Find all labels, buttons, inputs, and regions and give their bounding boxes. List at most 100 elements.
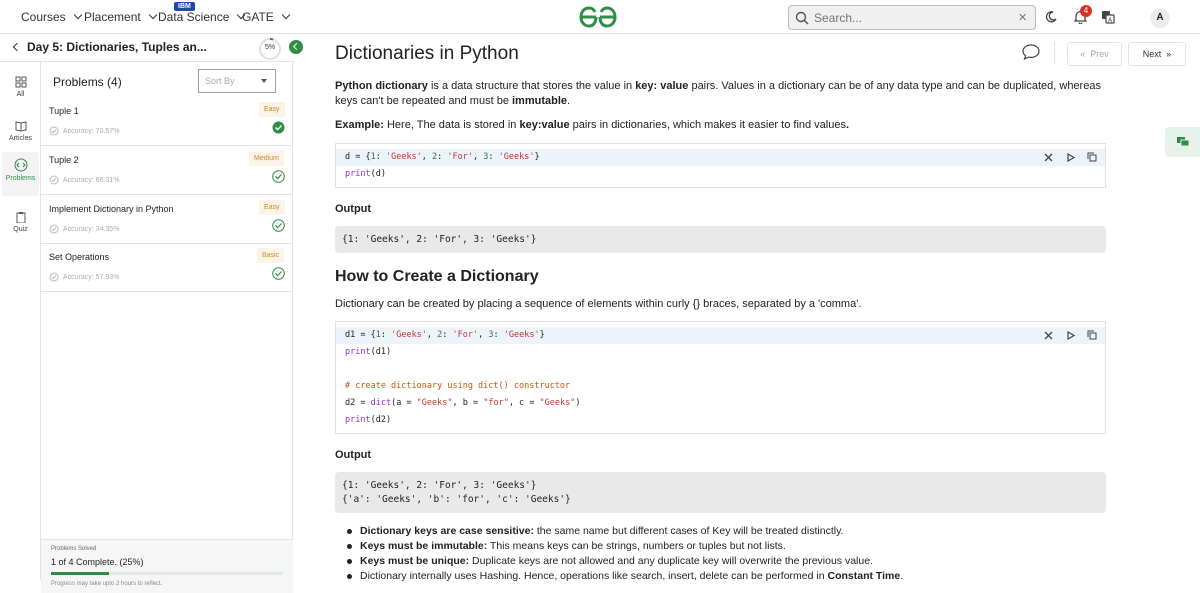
problems-panel: Problems (4) Sort By Tuple 1 Accuracy: 7…: [41, 62, 293, 593]
accuracy-text: Accuracy: 57.93%: [63, 273, 120, 281]
solved-progress-fill: [51, 572, 109, 575]
next-button[interactable]: Next »: [1128, 42, 1186, 66]
course-title-text: Day 5: Dictionaries, Tuples an...: [27, 40, 207, 54]
dark-mode-toggle[interactable]: [1041, 7, 1061, 27]
list-item: Keys must be unique: Duplicate keys are …: [345, 554, 1105, 569]
top-navbar: Courses Placement IBM Data Science GATE …: [0, 0, 1200, 34]
search-input[interactable]: [814, 10, 1004, 25]
unsolved-check-icon: [272, 170, 285, 183]
progress-note: Progress may take upto 2 hours to reflec…: [51, 581, 163, 587]
code-block[interactable]: d = {1: 'Geeks', 2: 'For', 3: 'Geeks'} p…: [335, 143, 1106, 188]
code-line: print(d): [345, 169, 386, 179]
problem-item[interactable]: Set Operations Accuracy: 57.93% Basic: [41, 244, 293, 292]
chat-icon: [1176, 137, 1189, 147]
close-icon[interactable]: [1041, 328, 1055, 342]
output-line: {'a': 'Geeks', 'b': 'for', 'c': 'Geeks'}: [342, 494, 571, 505]
problem-item[interactable]: Tuple 1 Accuracy: 70.57% Easy: [41, 98, 293, 146]
avatar[interactable]: A: [1150, 8, 1170, 28]
notification-count-badge: 4: [1080, 5, 1092, 17]
intro-text-1: is a data structure that stores the valu…: [427, 80, 636, 92]
problem-item[interactable]: Implement Dictionary in Python Accuracy:…: [41, 196, 293, 244]
problems-solved-summary: Problems Solved 1 of 4 Complete. (25%) P…: [41, 539, 293, 593]
list-item: Keys must be immutable: This means keys …: [345, 539, 1105, 554]
example-text-2: pairs in dictionaries, which makes it ea…: [569, 119, 846, 131]
double-chevron-left-icon: «: [1080, 49, 1086, 59]
solved-label: Problems Solved: [51, 546, 97, 552]
code-line: # create dictionary using dict() constru…: [345, 381, 571, 391]
prev-button[interactable]: « Prev: [1067, 42, 1122, 66]
grid-icon: [15, 76, 26, 88]
nav-data-science-label: Data Science: [158, 10, 230, 24]
code-toolbar: [1041, 328, 1099, 342]
accuracy-text: Accuracy: 66.31%: [63, 176, 120, 184]
back-arrow-icon[interactable]: [12, 42, 22, 52]
rail-quiz[interactable]: Quiz: [2, 205, 39, 249]
collapse-sidebar-button[interactable]: [289, 40, 303, 54]
bullet-list: Dictionary keys are case sensitive: the …: [345, 524, 1105, 584]
intro-paragraph: Python dictionary is a data structure th…: [335, 79, 1106, 109]
accuracy-text: Accuracy: 34.35%: [63, 225, 120, 233]
problem-item[interactable]: Tuple 2 Accuracy: 66.31% Medium: [41, 147, 293, 195]
intro-bold-1: Python dictionary: [335, 80, 428, 92]
code-line: d1 = {1: 'Geeks', 2: 'For', 3: 'Geeks'}: [336, 327, 1105, 344]
close-icon[interactable]: [1041, 150, 1055, 164]
example-bold-3: .: [845, 119, 850, 131]
unsolved-check-icon: [272, 267, 285, 280]
intro-text-3: .: [567, 95, 571, 107]
accuracy-text: Accuracy: 70.57%: [63, 127, 120, 135]
gfg-logo[interactable]: [578, 6, 618, 28]
code-toolbar: [1041, 150, 1099, 164]
output-block: {1: 'Geeks', 2: 'For', 3: 'Geeks'} {'a':…: [335, 472, 1106, 513]
bullet-text: Duplicate keys are not allowed and any d…: [469, 555, 873, 567]
clear-search-icon[interactable]: ×: [1018, 9, 1027, 26]
list-item: Dictionary internally uses Hashing. Henc…: [345, 569, 1105, 584]
code-line: print(d1): [345, 347, 392, 357]
run-icon[interactable]: [1063, 328, 1077, 342]
nav-placement-label: Placement: [84, 10, 141, 24]
progress-percent: 5%: [264, 44, 276, 51]
accuracy-icon: [49, 126, 59, 136]
prev-label: Prev: [1090, 49, 1109, 59]
example-text-1: Here, The data is stored in: [383, 119, 520, 131]
rail-quiz-label: Quiz: [13, 226, 28, 233]
problem-accuracy: Accuracy: 57.93%: [49, 272, 119, 282]
solved-text: 1 of 4 Complete. (25%): [51, 557, 144, 567]
output-block: {1: 'Geeks', 2: 'For', 3: 'Geeks'}: [335, 226, 1106, 253]
nav-gate[interactable]: GATE: [242, 10, 291, 24]
dropdown-arrow-icon: [261, 79, 267, 83]
unsolved-check-icon: [272, 219, 285, 232]
difficulty-badge: Medium: [249, 151, 284, 166]
nav-courses[interactable]: Courses: [21, 10, 82, 24]
output-line: {1: 'Geeks', 2: 'For', 3: 'Geeks'}: [342, 480, 537, 491]
search-icon: [795, 11, 809, 25]
nav-gate-label: GATE: [242, 10, 274, 24]
rail-problems[interactable]: Problems: [2, 152, 39, 196]
intro-bold-3: immutable: [512, 95, 568, 107]
run-icon[interactable]: [1063, 150, 1077, 164]
sort-dropdown[interactable]: Sort By: [198, 69, 276, 93]
problem-name: Tuple 2: [49, 155, 79, 165]
rail-all[interactable]: All: [2, 70, 39, 114]
chat-button[interactable]: [1165, 127, 1200, 157]
bullet-bold: Dictionary keys are case sensitive:: [360, 525, 534, 537]
clipboard-icon: [16, 212, 25, 223]
accuracy-icon: [49, 175, 59, 185]
code-block[interactable]: d1 = {1: 'Geeks', 2: 'For', 3: 'Geeks'} …: [335, 321, 1106, 434]
course-progress-ring: 5%: [258, 37, 282, 61]
rail-articles-label: Articles: [9, 135, 32, 142]
next-label: Next: [1142, 49, 1162, 59]
bullet-text: .: [900, 570, 904, 582]
comment-icon[interactable]: [1022, 44, 1040, 60]
copy-icon[interactable]: [1085, 150, 1099, 164]
output-line: {1: 'Geeks', 2: 'For', 3: 'Geeks'}: [342, 234, 537, 245]
search-box[interactable]: ×: [788, 5, 1036, 30]
bullet-text: Dictionary internally uses Hashing. Henc…: [360, 570, 828, 582]
solved-progress-bar: [51, 572, 283, 575]
difficulty-badge: Easy: [259, 200, 285, 215]
translate-button[interactable]: A: [1098, 7, 1118, 27]
nav-placement[interactable]: Placement: [84, 10, 157, 24]
nav-data-science[interactable]: Data Science: [158, 10, 246, 24]
copy-icon[interactable]: [1085, 328, 1099, 342]
code-icon: [14, 158, 27, 172]
course-title[interactable]: Day 5: Dictionaries, Tuples an...: [12, 40, 207, 54]
